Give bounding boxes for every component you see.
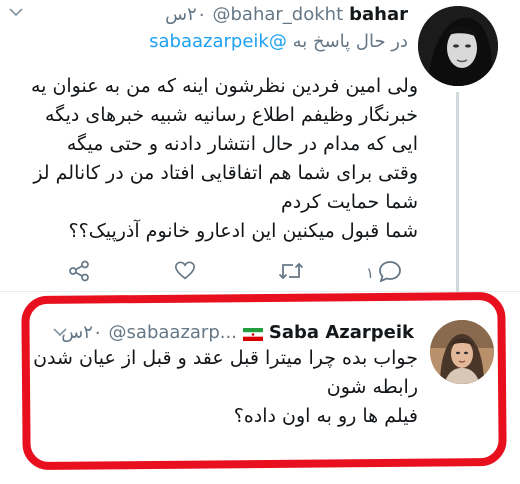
timestamp[interactable]: ۲۰س bbox=[165, 4, 206, 25]
avatar-bahar[interactable] bbox=[418, 6, 498, 86]
tweet-text-line: شما حمایت کردم bbox=[281, 191, 418, 213]
tweet-text-line: ولی امین فردین نظرشون اینه که من به عنوا… bbox=[30, 75, 418, 97]
reply-count: ۱ bbox=[366, 264, 375, 282]
like-icon[interactable] bbox=[174, 260, 196, 282]
chevron-down-icon[interactable] bbox=[8, 6, 24, 21]
tweet-text-line: شما قبول میکنین این ادعارو خانوم آذرپیک؟… bbox=[68, 220, 418, 242]
replying-to-label: در حال پاسخ به bbox=[292, 31, 408, 52]
red-highlight-circle bbox=[21, 291, 507, 471]
replying-to-handle[interactable]: @sabaazarpeik bbox=[149, 31, 287, 52]
share-icon[interactable] bbox=[68, 260, 90, 282]
tweet-text: ولی امین فردین نظرشون اینه که من به عنوا… bbox=[2, 72, 418, 246]
tweet-text-line: ایی که مدام در حال انتشار دادنه و حتی می… bbox=[66, 133, 418, 155]
replying-to: در حال پاسخ به @sabaazarpeik bbox=[149, 31, 408, 52]
author-handle[interactable]: @bahar_dokht bbox=[213, 4, 344, 25]
tweet-text-line: خبرنگار وظیفم اطلاع رسانیه شبیه خبرهای د… bbox=[44, 104, 418, 126]
retweet-icon[interactable] bbox=[278, 260, 304, 282]
tweet-bahar[interactable]: bahar @bahar_dokht ۲۰س در حال پاسخ به @s… bbox=[0, 0, 520, 292]
author-name[interactable]: bahar bbox=[349, 4, 408, 25]
reply-button[interactable]: ۱ bbox=[366, 260, 402, 286]
tweet-text-line: وقتی برای شما هم اتفاقایی افتاد من در کا… bbox=[33, 162, 418, 184]
reply-icon[interactable] bbox=[378, 260, 402, 286]
tweet-header: bahar @bahar_dokht ۲۰س bbox=[165, 4, 408, 25]
action-bar: ۱ bbox=[0, 260, 520, 288]
